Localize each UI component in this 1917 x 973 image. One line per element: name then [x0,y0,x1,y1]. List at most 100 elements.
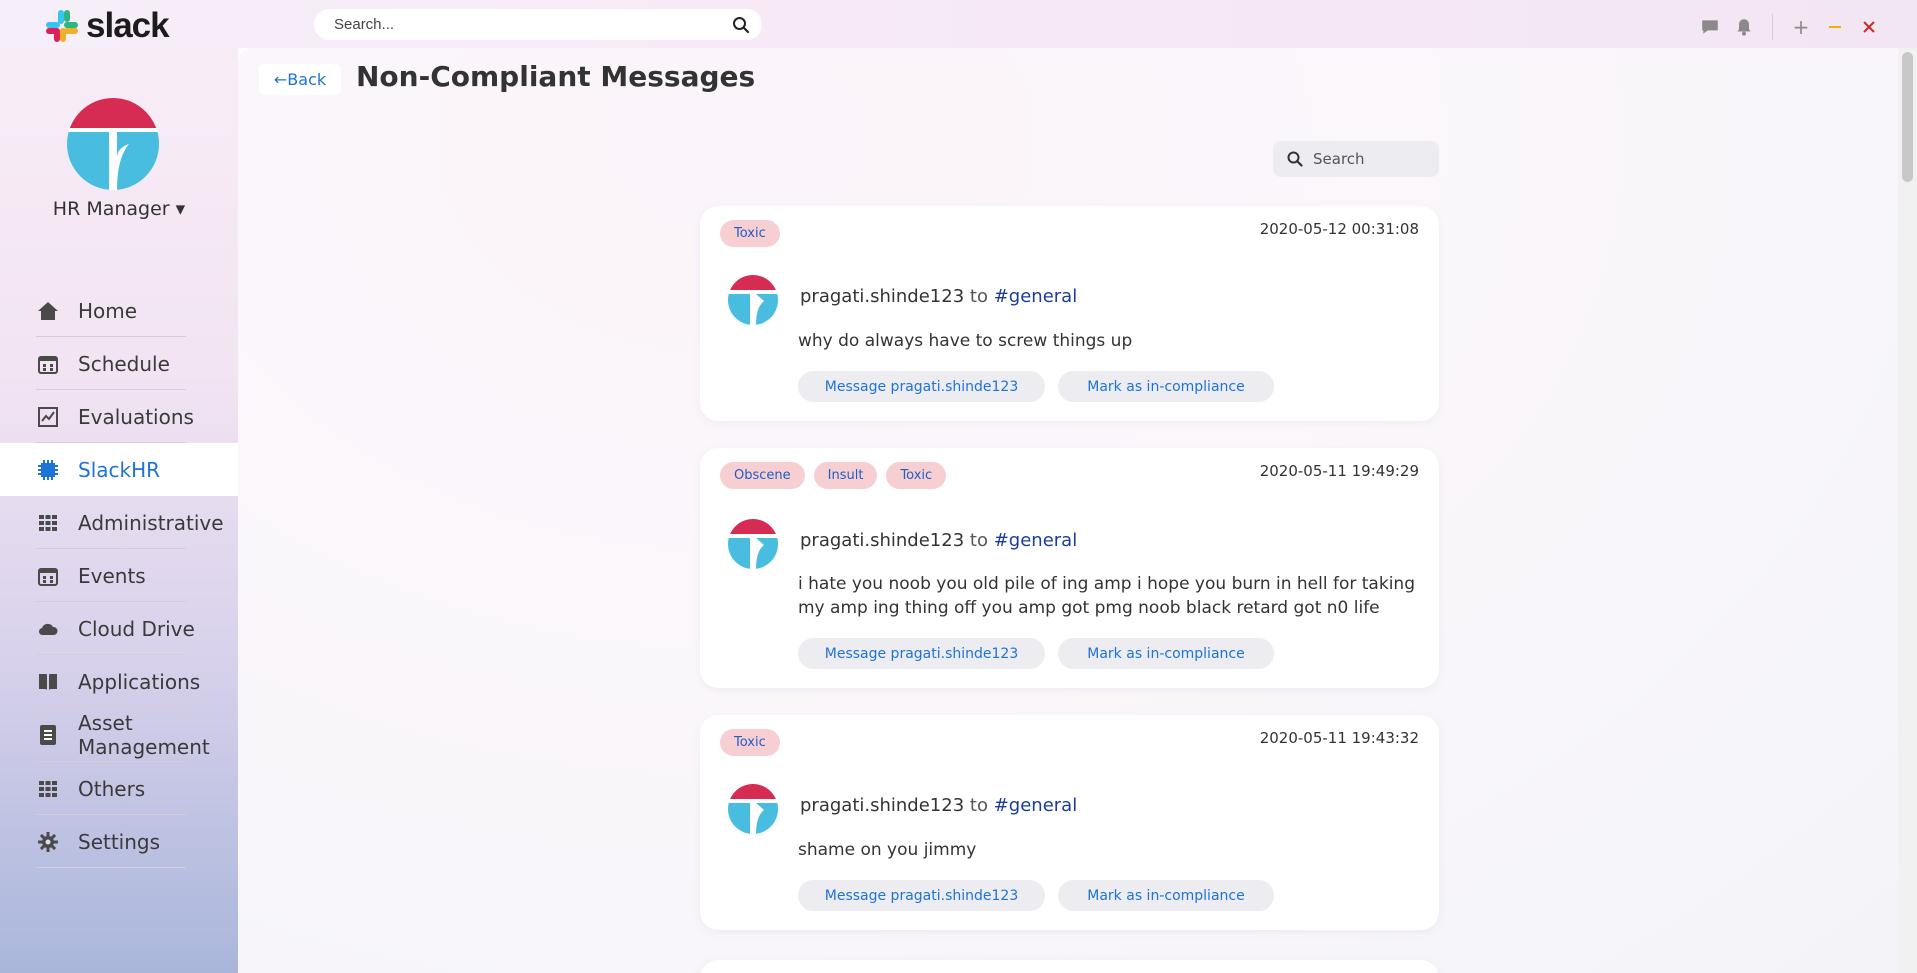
mark-compliant-button[interactable]: Mark as in-compliance [1058,638,1274,669]
message-to: to [969,795,988,816]
message-timestamp: 2020-05-12 00:31:08 [1259,220,1419,238]
message-channel[interactable]: #general [994,286,1078,307]
tag-list: Obscene Insult Toxic [720,462,947,489]
sidebar-item-asset-management[interactable]: Asset Management [0,708,238,762]
message-header: pragati.shinde123 to #general [800,286,1077,307]
avatar [728,275,778,325]
tag-obscene: Obscene [720,462,805,489]
avatar[interactable] [67,98,159,190]
sidebar-item-applications[interactable]: Applications [0,655,238,708]
message-channel[interactable]: #general [994,795,1078,816]
message-search[interactable] [1273,141,1439,177]
sidebar-item-label: SlackHR [78,457,161,482]
sidebar-item-label: Home [78,298,138,323]
user-menu[interactable]: HR Manager ▾ [0,198,238,220]
tag-toxic: Toxic [720,729,780,756]
message-actions: Message pragati.shinde123 Mark as in-com… [798,880,1274,911]
message-timestamp: 2020-05-11 19:49:29 [1259,462,1419,480]
message-timestamp: 2020-05-11 19:43:32 [1259,729,1419,747]
sidebar-item-label: Others [78,776,146,801]
sidebar-item-evaluations[interactable]: Evaluations [0,390,238,443]
cloud-icon [36,617,60,641]
message-actions: Message pragati.shinde123 Mark as in-com… [798,371,1274,402]
avatar [728,784,778,834]
main-content: ←Back Non-Compliant Messages Toxic 2020-… [238,48,1898,973]
slack-logo-icon [46,10,78,42]
message-user[interactable]: pragati.shinde123 [800,795,964,816]
tag-insult: Insult [813,462,878,489]
bell-icon[interactable] [1734,17,1754,37]
message-header: pragati.shinde123 to #general [800,795,1077,816]
message-actions: Message pragati.shinde123 Mark as in-com… [798,638,1274,669]
sidebar-item-events[interactable]: Events [0,549,238,602]
sidebar-item-label: Cloud Drive [78,616,195,641]
scrollbar-thumb[interactable] [1902,52,1913,182]
global-search[interactable] [314,9,762,40]
sidebar-item-label: Schedule [78,351,170,376]
message-user-button[interactable]: Message pragati.shinde123 [798,371,1045,402]
search-icon[interactable] [732,16,750,34]
sidebar-item-label: Settings [78,829,161,854]
sidebar-item-slackhr[interactable]: SlackHR [0,443,238,496]
chip-icon [36,458,60,482]
sidebar: HR Manager ▾ Home Schedule Evaluations S… [0,48,238,973]
plus-icon[interactable]: + [1791,17,1811,37]
message-text: i hate you noob you old pile of ing amp … [798,574,1415,618]
sidebar-item-label: Evaluations [78,404,194,429]
grid-icon [36,777,60,801]
top-bar: slack + [0,0,1917,48]
close-icon[interactable] [1859,17,1879,37]
message-card [700,960,1439,973]
tag-toxic: Toxic [886,462,947,489]
tag-toxic: Toxic [720,220,780,247]
message-user-button[interactable]: Message pragati.shinde123 [798,638,1045,669]
back-button[interactable]: ←Back [259,64,341,95]
message-channel[interactable]: #general [994,530,1078,551]
page-title: Non-Compliant Messages [356,60,756,93]
sidebar-item-label-line1: Asset [78,711,133,735]
sidebar-item-label: Applications [78,669,201,694]
calendar-icon [36,564,60,588]
sidebar-item-cloud-drive[interactable]: Cloud Drive [0,602,238,655]
sidebar-item-home[interactable]: Home [0,284,238,337]
message-to: to [969,530,988,551]
chart-icon [36,405,60,429]
message-card: Obscene Insult Toxic 2020-05-11 19:49:29… [700,448,1439,688]
global-search-input[interactable] [334,16,732,33]
sidebar-item-label: Events [78,563,146,588]
sidebar-item-label: Asset Management [78,711,210,759]
message-user[interactable]: pragati.shinde123 [800,286,964,307]
book-icon [36,670,60,694]
sidebar-item-label-line2: Management [78,735,210,759]
sidebar-item-administrative[interactable]: Administrative [0,496,238,549]
message-card: Toxic 2020-05-11 19:43:32 pragati.shinde… [700,715,1439,930]
home-icon [36,299,60,323]
minimize-icon[interactable] [1825,17,1845,37]
calendar-icon [36,352,60,376]
sidebar-item-settings[interactable]: Settings [0,815,238,868]
separator [1772,14,1773,40]
sidebar-item-others[interactable]: Others [0,762,238,815]
mark-compliant-button[interactable]: Mark as in-compliance [1058,371,1274,402]
scrollbar[interactable] [1898,48,1917,973]
logo-text: slack [86,6,170,45]
tag-list: Toxic [720,729,780,756]
search-icon [1287,151,1303,167]
mark-compliant-button[interactable]: Mark as in-compliance [1058,880,1274,911]
message-text: shame on you jimmy [798,840,977,860]
message-search-input[interactable] [1313,150,1423,168]
message-card: Toxic 2020-05-12 00:31:08 pragati.shinde… [700,206,1439,421]
chat-icon[interactable] [1700,17,1720,37]
window-controls: + [1700,14,1879,40]
sidebar-item-schedule[interactable]: Schedule [0,337,238,390]
message-header: pragati.shinde123 to #general [800,530,1077,551]
slack-logo[interactable]: slack [44,6,170,46]
tag-list: Toxic [720,220,780,247]
message-to: to [969,286,988,307]
grid-icon [36,511,60,535]
message-user-button[interactable]: Message pragati.shinde123 [798,880,1045,911]
list-icon [36,723,60,747]
avatar [728,519,778,569]
gear-icon [36,830,60,854]
message-user[interactable]: pragati.shinde123 [800,530,964,551]
